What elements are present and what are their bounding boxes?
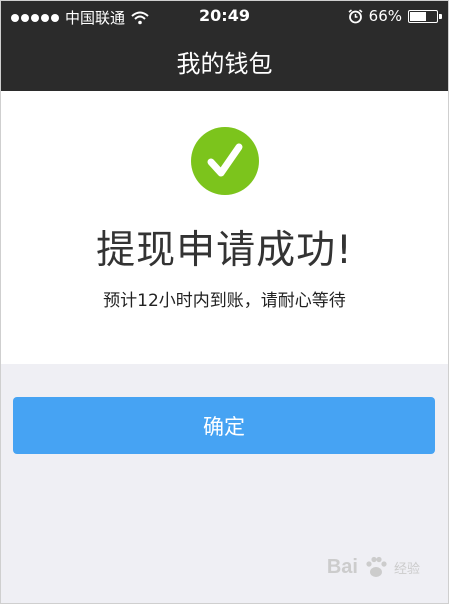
status-right: 66% [348, 7, 442, 25]
watermark-suffix: 经验 [393, 560, 420, 576]
baidu-jingyan-watermark: Bai 经验 [327, 553, 420, 581]
battery-percent: 66% [368, 7, 402, 25]
page-title: 我的钱包 [176, 50, 273, 78]
battery-icon [408, 9, 442, 23]
success-check-icon [191, 127, 259, 195]
phone-screen: 中国联通 20:49 66% 我的钱包 提现申请成功! 预计12小时内到账，请耐… [0, 0, 449, 604]
success-title: 提现申请成功! [96, 228, 353, 273]
paw-logo-icon [366, 556, 387, 577]
alarm-clock-icon [348, 8, 363, 23]
result-card: 提现申请成功! 预计12小时内到账，请耐心等待 [1, 91, 448, 364]
navigation-bar: 我的钱包 [1, 31, 448, 91]
confirm-button[interactable]: 确定 [13, 397, 435, 454]
watermark-brand: Bai [326, 555, 358, 578]
battery-level-fill [410, 11, 426, 21]
success-subtitle: 预计12小时内到账，请耐心等待 [103, 291, 346, 311]
status-bar: 中国联通 20:49 66% [1, 1, 448, 31]
